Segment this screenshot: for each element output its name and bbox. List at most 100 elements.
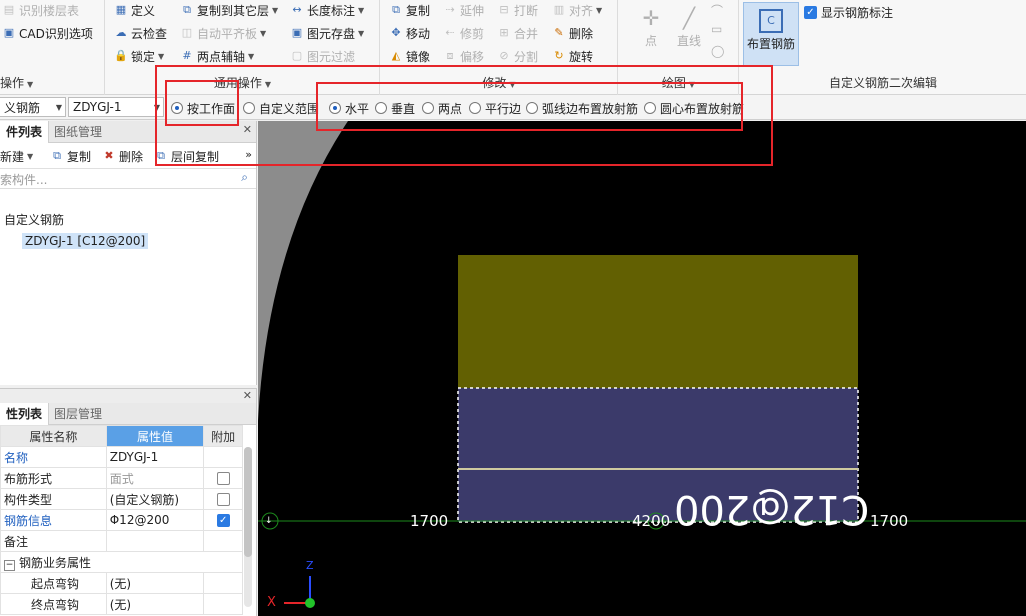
checkbox-icon[interactable] — [216, 493, 230, 506]
element-filter-button[interactable]: ▢ 图元过滤 — [290, 46, 355, 66]
tree-root[interactable]: 自定义钢筋 — [4, 211, 64, 228]
property-value[interactable]: ZDYGJ-1 — [105, 446, 205, 468]
property-value[interactable]: 面式 — [105, 467, 205, 489]
highlight-placement-options — [316, 82, 743, 131]
mirror-icon: ◭ — [391, 49, 401, 62]
rebar-label: C12@200 — [674, 486, 870, 532]
group-title-operation[interactable]: 操作 ▼ — [0, 74, 104, 91]
two-point-axis-button[interactable]: # 两点辅轴 ▼ — [180, 46, 254, 66]
length-dimension-button[interactable]: ↔ 长度标注 ▼ — [290, 0, 364, 20]
merge-icon: ⊞ — [499, 26, 509, 39]
lock-button[interactable]: 🔒 锁定 ▼ — [114, 46, 164, 66]
new-component-button[interactable]: 新建 ▼ — [0, 146, 33, 166]
extend-button[interactable]: ⇢ 延伸 — [443, 0, 484, 20]
drawing-canvas[interactable]: ↓ 1700 4200 1700 C12@200 Z X — [258, 121, 1026, 616]
highlight-work-plane — [165, 80, 239, 126]
table-row[interactable]: 钢筋信息 Φ12@200 ✓ — [0, 509, 243, 531]
property-extra[interactable] — [203, 467, 243, 489]
property-value[interactable]: Φ12@200 — [105, 509, 205, 531]
search-icon[interactable]: ⌕ — [241, 170, 248, 185]
move-button[interactable]: ✥ 移动 — [389, 23, 430, 43]
place-rebar-button[interactable]: C 布置钢筋 — [743, 2, 799, 66]
delete-component-button[interactable]: ✖ 删除 — [102, 146, 143, 166]
canvas-drawing — [258, 121, 1026, 608]
property-value[interactable]: (无) — [105, 593, 205, 615]
delete-icon: ✖ — [104, 149, 114, 162]
table-row[interactable]: 名称 ZDYGJ-1 — [0, 446, 243, 468]
copy-to-layer-button[interactable]: ⧉ 复制到其它层 ▼ — [180, 0, 278, 20]
close-icon[interactable]: ✕ — [243, 389, 252, 402]
table-row[interactable]: 布筋形式 面式 — [0, 467, 243, 489]
property-name: 备注 — [0, 530, 107, 552]
component-type-combo[interactable]: 义钢筋 ▼ — [0, 97, 66, 117]
ribbon-group-custom-rebar: C 布置钢筋 ✓ 显示钢筋标注 自定义钢筋二次编辑 — [740, 0, 1026, 95]
cloud-check-icon: ☁ — [115, 26, 127, 39]
table-row[interactable]: 构件类型 (自定义钢筋) — [0, 488, 243, 510]
auto-align-slab-button[interactable]: ◫ 自动平齐板 ▼ — [180, 23, 266, 43]
tab-component-list[interactable]: 件列表 — [0, 121, 50, 143]
property-group[interactable]: − 钢筋业务属性 — [0, 551, 243, 573]
table-row[interactable]: 起点弯钩 (无) — [0, 572, 243, 594]
floor-table-identify-button[interactable]: ▤ 识别楼层表 — [2, 0, 79, 20]
delete-button[interactable]: ✎ 删除 — [552, 23, 593, 43]
checkbox-icon[interactable] — [216, 472, 230, 485]
property-header-row: 属性名称 属性值 附加 — [0, 425, 243, 447]
dimension-center: 4200 — [632, 512, 671, 530]
property-panel: ✕ 性列表 图层管理 属性名称 属性值 附加 名称 ZDYGJ-1 布筋形式 面… — [0, 388, 257, 616]
check-icon[interactable]: ✓ — [216, 514, 230, 527]
scrollbar-thumb[interactable] — [244, 447, 252, 557]
property-extra[interactable] — [203, 488, 243, 510]
cad-options-button[interactable]: ▣ CAD识别选项 — [2, 23, 93, 43]
property-value[interactable]: (无) — [105, 572, 205, 594]
split-button[interactable]: ⊘ 分割 — [497, 46, 538, 66]
property-extra — [203, 593, 243, 615]
eraser-icon: ✎ — [554, 26, 564, 39]
property-extra[interactable]: ✓ — [203, 509, 243, 531]
line-icon: ╱ — [682, 6, 696, 30]
header-name: 属性名称 — [0, 425, 107, 447]
rebar-layout-icon: C — [759, 9, 783, 33]
copy-button[interactable]: ⧉ 复制 — [389, 0, 430, 20]
arc-icon[interactable]: ⌒ — [711, 2, 723, 19]
property-value[interactable] — [105, 530, 205, 552]
component-search-input[interactable]: 索构件... ⌕ — [0, 169, 256, 189]
copy-icon: ⧉ — [53, 149, 61, 162]
rotate-button[interactable]: ↻ 旋转 — [552, 46, 593, 66]
property-name: 钢筋信息 — [0, 509, 107, 531]
line-button[interactable]: ╱ 直线 — [671, 4, 707, 56]
grid-node-icon: ↓ — [265, 516, 273, 526]
component-name-combo[interactable]: ZDYGJ-1 ▼ — [68, 97, 164, 117]
cloud-check-button[interactable]: ☁ 云检查 — [114, 23, 168, 43]
align-button[interactable]: ▥ 对齐 ▼ — [552, 0, 602, 20]
property-extra — [203, 446, 243, 468]
merge-button[interactable]: ⊞ 合并 — [497, 23, 538, 43]
mirror-button[interactable]: ◭ 镜像 — [389, 46, 430, 66]
collapse-icon[interactable]: − — [4, 559, 15, 571]
point-button[interactable]: ✛ 点 — [633, 4, 669, 56]
vertical-scrollbar[interactable] — [244, 447, 252, 607]
rect-icon[interactable]: ▭ — [711, 22, 722, 36]
property-tabs: 性列表 图层管理 — [0, 403, 256, 425]
axis-z-label: Z — [306, 559, 314, 572]
trim-button[interactable]: ⇠ 修剪 — [443, 23, 484, 43]
circle-icon[interactable]: ◯ — [711, 44, 724, 58]
break-button[interactable]: ⊟ 打断 — [497, 0, 538, 20]
offset-icon: ⧈ — [446, 49, 454, 62]
table-row[interactable]: 备注 — [0, 530, 243, 552]
table-row[interactable]: − 钢筋业务属性 — [0, 551, 243, 573]
tab-drawing-management[interactable]: 图纸管理 — [48, 121, 108, 143]
table-row[interactable]: 终点弯钩 (无) — [0, 593, 243, 615]
group-title-custom-rebar: 自定义钢筋二次编辑 — [828, 76, 937, 90]
tab-layer-management[interactable]: 图层管理 — [48, 403, 108, 425]
define-button[interactable]: ▦ 定义 — [114, 0, 155, 20]
property-name: 布筋形式 — [0, 467, 107, 489]
show-rebar-label-checkbox[interactable]: ✓ 显示钢筋标注 — [804, 2, 893, 22]
axis-origin — [305, 598, 315, 608]
tree-item-zdygj-1[interactable]: ZDYGJ-1 [C12@200] — [22, 233, 149, 249]
element-save-button[interactable]: ▣ 图元存盘 ▼ — [290, 23, 364, 43]
property-value[interactable]: (自定义钢筋) — [105, 488, 205, 510]
offset-button[interactable]: ⧈ 偏移 — [443, 46, 485, 66]
copy-component-button[interactable]: ⧉ 复制 — [50, 146, 91, 166]
tab-property-list[interactable]: 性列表 — [0, 403, 50, 425]
axis-icon: # — [182, 49, 192, 62]
